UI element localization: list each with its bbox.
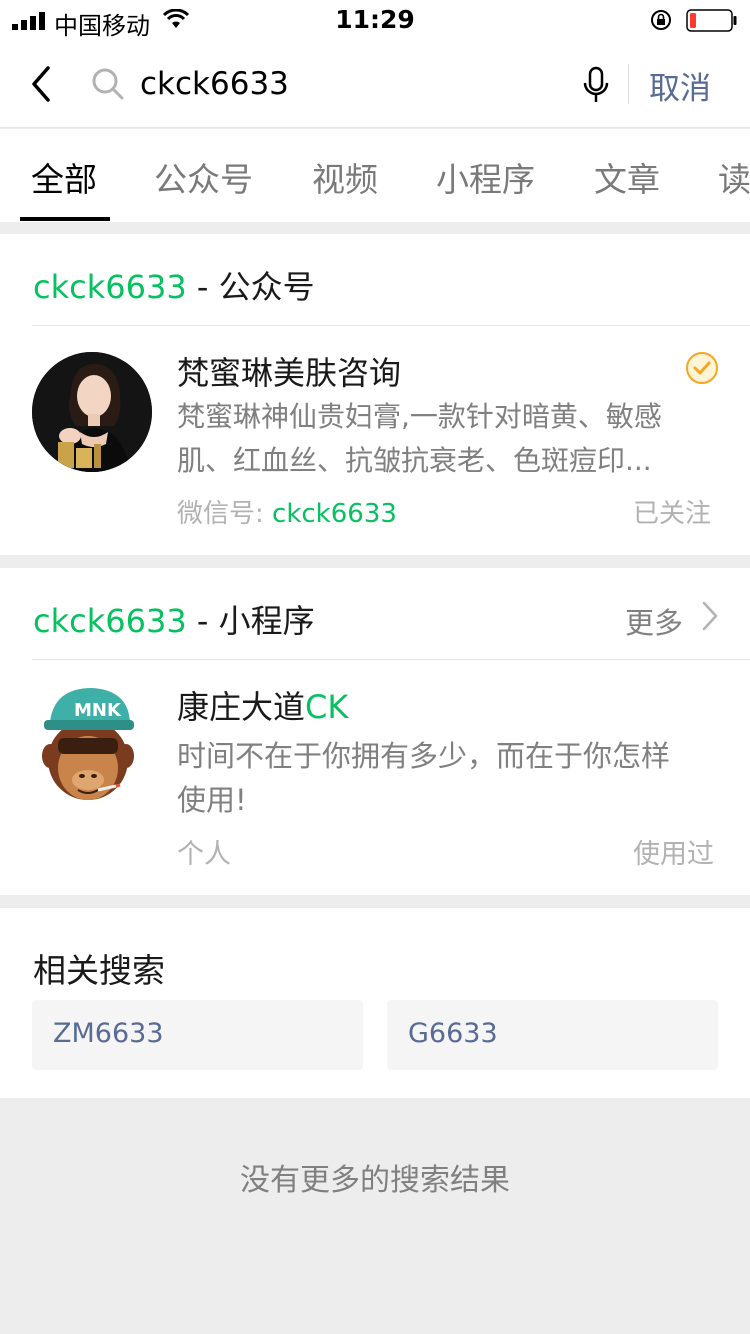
mini-programs-section: ckck6633 - 小程序 更多 MNK 康庄大道CK 时间不在于你拥有多少，… bbox=[0, 568, 750, 895]
tab-reading[interactable]: 读 bbox=[718, 153, 750, 201]
tab-videos[interactable]: 视频 bbox=[312, 153, 378, 201]
section-header: ckck6633 - 小程序 bbox=[33, 596, 315, 642]
related-searches-section: 相关搜索 ZM6633 G6633 bbox=[0, 908, 750, 1098]
search-input[interactable] bbox=[140, 60, 560, 108]
svg-text:MNK: MNK bbox=[74, 700, 122, 721]
related-search-chip[interactable]: G6633 bbox=[387, 1000, 718, 1070]
tab-mini-programs[interactable]: 小程序 bbox=[436, 153, 535, 201]
related-search-chip[interactable]: ZM6633 bbox=[32, 1000, 363, 1070]
follow-status: 已关注 bbox=[633, 499, 712, 529]
wechat-id-label: 微信号: bbox=[177, 499, 264, 529]
back-arrow-icon[interactable] bbox=[26, 64, 56, 104]
cancel-button[interactable]: 取消 bbox=[649, 63, 711, 108]
tab-all[interactable]: 全部 bbox=[31, 153, 97, 201]
no-more-results: 没有更多的搜索结果 bbox=[240, 1163, 510, 1198]
more-button[interactable]: 更多 bbox=[624, 568, 750, 659]
tab-articles[interactable]: 文章 bbox=[594, 153, 660, 201]
rotation-lock-icon bbox=[651, 10, 671, 30]
mini-program-description: 时间不在于你拥有多少，而在于你怎样 使用! bbox=[177, 734, 670, 822]
filter-tabs: 全部 公众号 视频 小程序 文章 读 bbox=[0, 129, 750, 222]
more-label: 更多 bbox=[625, 606, 684, 640]
account-avatar bbox=[32, 352, 152, 472]
mini-program-name-prefix: 康庄大道 bbox=[177, 688, 306, 726]
section-label: - 公众号 bbox=[186, 268, 315, 306]
search-bar: 取消 bbox=[0, 40, 750, 128]
section-label: - 小程序 bbox=[186, 602, 315, 640]
microphone-icon[interactable] bbox=[583, 66, 609, 104]
chevron-right-icon bbox=[702, 601, 718, 631]
related-searches-title: 相关搜索 bbox=[33, 951, 165, 990]
keyword-highlight: ckck6633 bbox=[33, 268, 187, 306]
search-icon bbox=[92, 68, 124, 100]
account-description: 梵蜜琳神仙贵妇膏,一款针对暗黄、敏感 肌、红血丝、抗皱抗衰老、色斑痘印... bbox=[177, 395, 662, 483]
description-line: 使用! bbox=[177, 783, 247, 817]
active-tab-indicator bbox=[20, 217, 110, 221]
verified-badge-icon bbox=[686, 352, 718, 384]
search-divider bbox=[628, 64, 629, 104]
clock: 11:29 bbox=[335, 5, 415, 34]
official-accounts-section: ckck6633 - 公众号 梵蜜琳美肤咨询 梵蜜琳神仙贵妇膏,一款针对暗黄、敏… bbox=[0, 234, 750, 555]
related-search-label: G6633 bbox=[408, 1018, 498, 1049]
divider bbox=[32, 659, 750, 660]
related-search-label: ZM6633 bbox=[53, 1018, 164, 1049]
account-name: 梵蜜琳美肤咨询 bbox=[177, 354, 402, 392]
mini-program-name: 康庄大道CK bbox=[177, 682, 348, 728]
keyword-highlight: ckck6633 bbox=[33, 602, 187, 640]
divider bbox=[32, 325, 750, 326]
battery-icon bbox=[686, 9, 737, 32]
status-bar: 中国移动 11:29 bbox=[0, 0, 750, 40]
tab-official-accounts[interactable]: 公众号 bbox=[154, 153, 253, 201]
mini-program-logo: MNK bbox=[32, 682, 148, 808]
keyword-highlight: CK bbox=[305, 688, 349, 726]
description-line: 时间不在于你拥有多少，而在于你怎样 bbox=[177, 739, 671, 773]
description-line: 肌、红血丝、抗皱抗衰老、色斑痘印... bbox=[177, 444, 652, 477]
wechat-id: 微信号: ckck6633 bbox=[177, 493, 397, 530]
section-header: ckck6633 - 公众号 bbox=[33, 262, 315, 308]
usage-status: 使用过 bbox=[633, 839, 714, 870]
wechat-id-value: ckck6633 bbox=[272, 499, 397, 529]
description-line: 梵蜜琳神仙贵妇膏,一款针对暗黄、敏感 bbox=[177, 400, 662, 433]
mini-program-type: 个人 bbox=[177, 839, 231, 870]
